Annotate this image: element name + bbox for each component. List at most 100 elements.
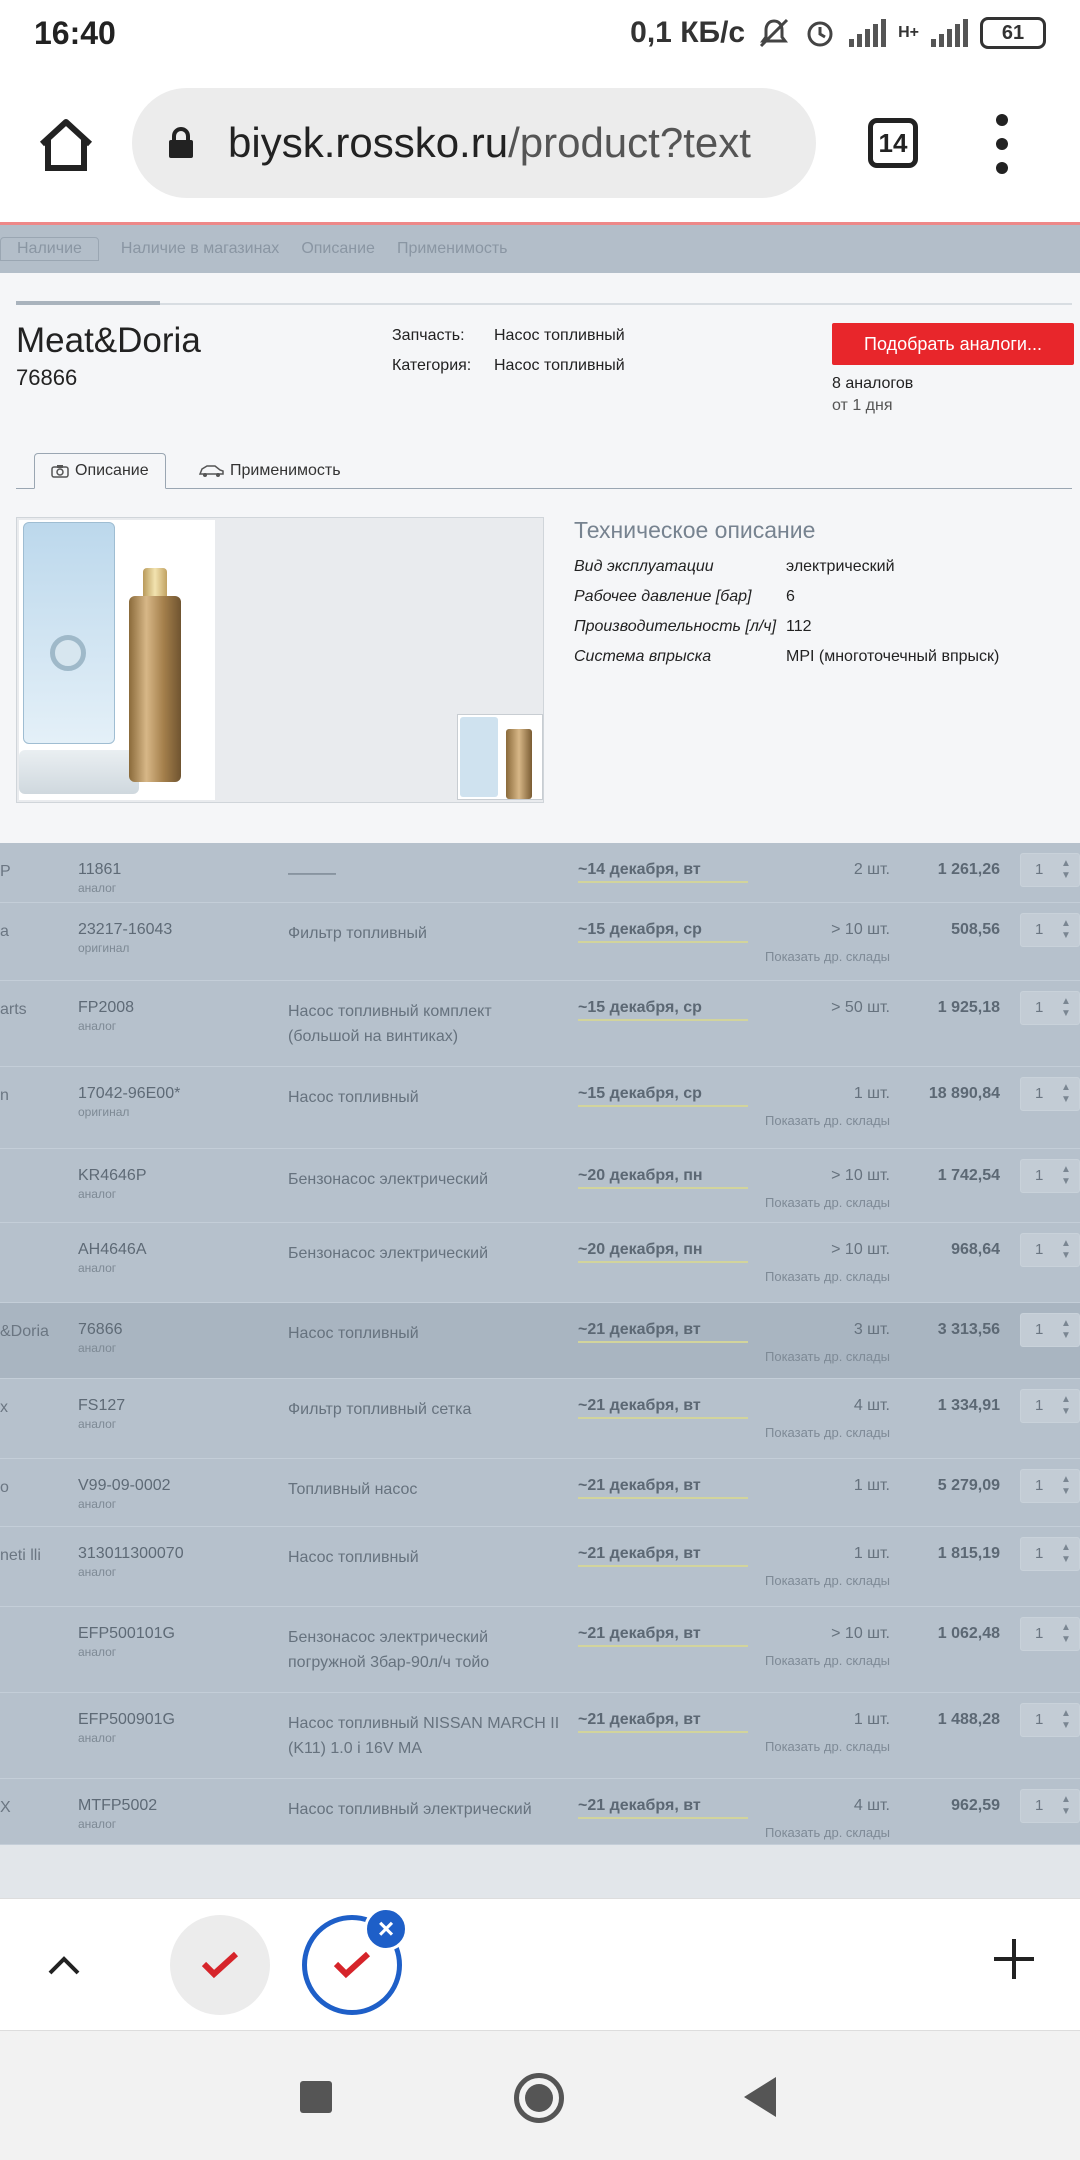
row-code[interactable]: MTFP5002	[78, 1797, 278, 1815]
chevron-up-icon[interactable]	[46, 1947, 82, 1983]
quantity-stepper[interactable]: 1 ▲ ▼	[1020, 1703, 1080, 1737]
row-brand: x	[0, 1399, 8, 1416]
stepper-arrows-icon[interactable]: ▲ ▼	[1061, 1708, 1071, 1732]
stepper-arrows-icon[interactable]: ▲ ▼	[1061, 1542, 1071, 1566]
more-stores-link[interactable]: Показать др. склады	[700, 1195, 890, 1210]
more-stores-link[interactable]: Показать др. склады	[700, 1825, 890, 1840]
product-thumbnail[interactable]	[457, 714, 543, 800]
stepper-arrows-icon[interactable]: ▲ ▼	[1061, 1238, 1071, 1262]
row-brand: o	[0, 1479, 9, 1496]
row-code[interactable]: 11861	[78, 861, 278, 879]
tab-applicability-bg[interactable]: Применимость	[397, 240, 508, 258]
tab-availability[interactable]: Наличие	[0, 237, 99, 261]
more-stores-link[interactable]: Показать др. склады	[700, 1425, 890, 1440]
tab-store-availability[interactable]: Наличие в магазинах	[121, 240, 279, 258]
table-row[interactable]: n 17042-96E00* оригинал Насос топливный ~15 …	[0, 1067, 1080, 1149]
row-code[interactable]: V99-09-0002	[78, 1477, 278, 1495]
table-row[interactable]: EFP500901G аналог Насос топливный NISSAN M…	[0, 1693, 1080, 1779]
find-analogs-button[interactable]: Подобрать аналоги...	[832, 323, 1074, 365]
tech-row: Производительность [л/ч] 112	[574, 618, 812, 635]
stepper-arrows-icon[interactable]: ▲ ▼	[1061, 918, 1071, 942]
tab-description[interactable]: Описание	[34, 453, 166, 489]
tab-switcher-button[interactable]: 14	[868, 118, 918, 168]
row-code[interactable]: 313011300070	[78, 1545, 278, 1563]
quantity-stepper[interactable]: 1 ▲ ▼	[1020, 1537, 1080, 1571]
row-brand: n	[0, 1087, 9, 1104]
quantity-stepper[interactable]: 1 ▲ ▼	[1020, 1077, 1080, 1111]
stepper-arrows-icon[interactable]: ▲ ▼	[1061, 1394, 1071, 1418]
row-code[interactable]: 17042-96E00*	[78, 1085, 278, 1103]
more-stores-link[interactable]: Показать др. склады	[700, 1739, 890, 1754]
new-tab-icon[interactable]	[994, 1939, 1034, 1979]
quantity-stepper[interactable]: 1 ▲ ▼	[1020, 1159, 1080, 1193]
back-icon[interactable]	[744, 2077, 776, 2117]
rossko-logo-icon	[333, 1951, 371, 1979]
more-stores-link[interactable]: Показать др. склады	[700, 1573, 890, 1588]
stepper-arrows-icon[interactable]: ▲ ▼	[1061, 1318, 1071, 1342]
more-stores-link[interactable]: Показать др. склады	[700, 1653, 890, 1668]
stepper-arrows-icon[interactable]: ▲ ▼	[1061, 858, 1071, 882]
row-price: 3 313,56	[937, 1321, 1000, 1338]
row-delivery-date: ~21 декабря, вт	[578, 1397, 748, 1419]
row-code[interactable]: 23217-16043	[78, 921, 278, 939]
row-code[interactable]: FS127	[78, 1397, 278, 1415]
tech-description: Техническое описание Вид эксплуатации эле…	[574, 517, 1074, 678]
close-icon[interactable]: ×	[364, 1907, 408, 1951]
more-stores-link[interactable]: Показать др. склады	[700, 1349, 890, 1364]
quantity-stepper[interactable]: 1 ▲ ▼	[1020, 913, 1080, 947]
recents-icon[interactable]	[300, 2081, 332, 2113]
quantity-stepper[interactable]: 1 ▲ ▼	[1020, 1469, 1080, 1503]
stepper-arrows-icon[interactable]: ▲ ▼	[1061, 996, 1071, 1020]
quantity-stepper[interactable]: 1 ▲ ▼	[1020, 1617, 1080, 1651]
category-label: Категория:	[392, 357, 472, 374]
home-nav-icon[interactable]	[514, 2073, 564, 2123]
quantity-stepper[interactable]: 1 ▲ ▼	[1020, 1789, 1080, 1823]
product-brand: Meat&Doria	[16, 321, 201, 360]
status-bar: 16:40 0,1 КБ/с H+ 61	[0, 0, 1080, 66]
address-bar[interactable]: biysk.rossko.ru/product?text	[132, 88, 816, 198]
table-row[interactable]: arts FP2008 аналог Насос топливный комплект…	[0, 981, 1080, 1067]
home-icon[interactable]	[36, 116, 96, 172]
row-code[interactable]: FP2008	[78, 999, 278, 1017]
table-row[interactable]: neti lli 313011300070 аналог Насос топливны…	[0, 1527, 1080, 1607]
table-row[interactable]: KR4646P аналог Бензонасос электрический ~20…	[0, 1149, 1080, 1223]
table-row[interactable]: a 23217-16043 оригинал Фильтр топливный ~15 …	[0, 903, 1080, 981]
stepper-arrows-icon[interactable]: ▲ ▼	[1061, 1474, 1071, 1498]
table-row[interactable]: AH4646A аналог Бензонасос электрический ~20…	[0, 1223, 1080, 1303]
tab-description-bg[interactable]: Описание	[301, 240, 375, 258]
stepper-arrows-icon[interactable]: ▲ ▼	[1061, 1164, 1071, 1188]
product-image[interactable]	[19, 520, 215, 800]
row-code[interactable]: 76866	[78, 1321, 278, 1339]
row-code[interactable]: EFP500101G	[78, 1625, 278, 1643]
tab-applicability[interactable]: Применимость	[182, 453, 357, 489]
quantity-stepper[interactable]: 1 ▲ ▼	[1020, 1233, 1080, 1267]
table-row[interactable]: o V99-09-0002 аналог Топливный насос ~21 дек…	[0, 1459, 1080, 1527]
stepper-arrows-icon[interactable]: ▲ ▼	[1061, 1082, 1071, 1106]
row-kind: аналог	[78, 1417, 117, 1431]
quantity-stepper[interactable]: 1 ▲ ▼	[1020, 991, 1080, 1025]
analogs-from: от 1 дня	[832, 397, 893, 414]
row-code[interactable]: AH4646A	[78, 1241, 278, 1259]
menu-icon[interactable]	[996, 114, 1008, 174]
battery-icon: 61	[980, 17, 1046, 49]
row-code[interactable]: EFP500901G	[78, 1711, 278, 1729]
quantity-stepper[interactable]: 1 ▲ ▼	[1020, 853, 1080, 887]
stepper-arrows-icon[interactable]: ▲ ▼	[1061, 1622, 1071, 1646]
quantity-stepper[interactable]: 1 ▲ ▼	[1020, 1389, 1080, 1423]
table-row[interactable]: EFP500101G аналог Бензонасос электрический…	[0, 1607, 1080, 1693]
quantity-stepper[interactable]: 1 ▲ ▼	[1020, 1313, 1080, 1347]
row-stock: > 10 шт.	[831, 921, 890, 938]
table-row[interactable]: X MTFP5002 аналог Насос топливный электриче…	[0, 1779, 1080, 1845]
product-panel: Meat&Doria 76866 Запчасть: Насос топливны…	[0, 273, 1080, 843]
more-stores-link[interactable]: Показать др. склады	[700, 949, 890, 964]
row-price: 1 062,48	[937, 1625, 1000, 1642]
table-row[interactable]: x FS127 аналог Фильтр топливный сетка ~21 де…	[0, 1379, 1080, 1459]
stepper-arrows-icon[interactable]: ▲ ▼	[1061, 1794, 1071, 1818]
table-row[interactable]: P 11861 аналог ——— ~14 декабря, вт 2 шт. 1 261…	[0, 843, 1080, 903]
tab-thumbnail[interactable]	[170, 1915, 270, 2015]
more-stores-link[interactable]: Показать др. склады	[700, 1113, 890, 1128]
row-code[interactable]: KR4646P	[78, 1167, 278, 1185]
row-kind: аналог	[78, 1261, 117, 1275]
more-stores-link[interactable]: Показать др. склады	[700, 1269, 890, 1284]
table-row[interactable]: &Doria 76866 аналог Насос топливный ~21 дека…	[0, 1303, 1080, 1379]
